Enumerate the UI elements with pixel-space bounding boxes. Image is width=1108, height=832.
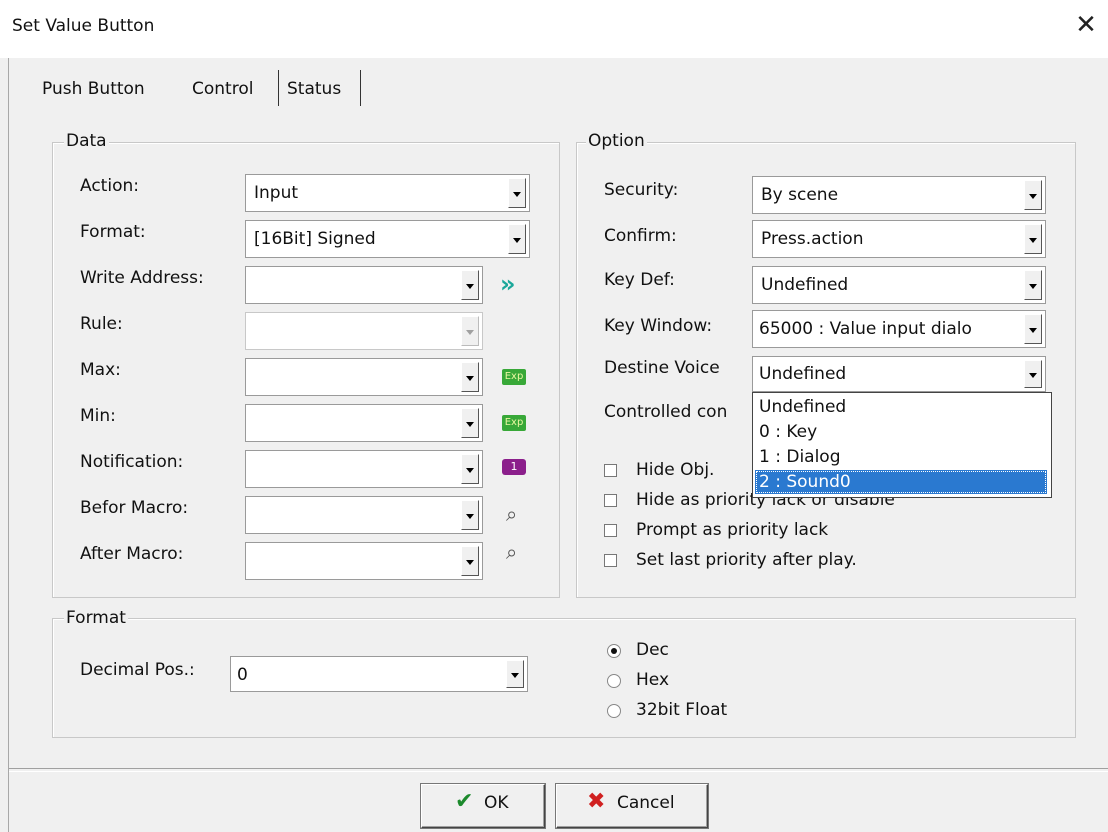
security-select[interactable]: By scene [752, 176, 1046, 214]
footer-separator [9, 768, 1108, 772]
notification-label: Notification: [80, 452, 184, 472]
chevron-down-icon [461, 316, 479, 346]
cancel-label: Cancel [617, 793, 675, 813]
key-window-label: Key Window: [604, 316, 713, 336]
prompt-priority-label: Prompt as priority lack [636, 520, 829, 540]
hex-label: Hex [636, 670, 670, 690]
tab-divider [278, 70, 279, 106]
after-macro-label: After Macro: [80, 544, 184, 564]
destine-voice-dropdown-list: Undefined 0 : Key 1 : Dialog 2 : Sound0 [752, 392, 1052, 498]
macro-edit-icon[interactable]: ⌕ [506, 540, 517, 564]
set-last-priority-checkbox[interactable] [604, 554, 617, 567]
format-group-label: Format [64, 608, 128, 628]
ok-label: OK [484, 793, 509, 813]
security-value: By scene [761, 185, 839, 205]
chevron-down-icon[interactable] [1024, 180, 1042, 210]
chevron-down-icon[interactable] [508, 224, 526, 254]
decimal-pos-value: 0 [237, 665, 248, 685]
key-def-label: Key Def: [604, 270, 675, 290]
float-radio[interactable] [607, 704, 621, 718]
format-group [52, 618, 1076, 738]
format-value: [16Bit] Signed [254, 229, 376, 249]
action-value: Input [254, 183, 299, 203]
key-def-value: Undefined [761, 275, 849, 295]
rule-select [245, 312, 483, 350]
tab-push-button[interactable]: Push Button [42, 74, 145, 108]
destine-voice-select[interactable]: Undefined [752, 356, 1046, 392]
tab-control[interactable]: Control [192, 74, 253, 108]
dec-radio[interactable] [607, 644, 621, 658]
key-def-select[interactable]: Undefined [752, 266, 1046, 304]
controlled-label: Controlled con [604, 402, 728, 422]
key-window-select[interactable]: 65000 : Value input dialo [752, 310, 1046, 348]
data-group-label: Data [64, 131, 109, 151]
format-label: Format: [80, 222, 146, 242]
hide-priority-checkbox[interactable] [604, 494, 617, 507]
destine-voice-label: Destine Voice [604, 358, 720, 378]
min-select[interactable] [245, 404, 483, 442]
prompt-priority-checkbox[interactable] [604, 524, 617, 537]
close-icon[interactable]: ✕ [1072, 8, 1100, 42]
max-expression-icon[interactable]: Exp [502, 369, 526, 385]
set-last-priority-label: Set last priority after play. [636, 550, 857, 570]
address-picker-icon[interactable]: » [500, 270, 515, 298]
hide-obj-label: Hide Obj. [636, 460, 715, 480]
ok-button[interactable]: ✔ OK [421, 784, 545, 828]
hide-obj-checkbox[interactable] [604, 464, 617, 477]
window-title: Set Value Button [12, 16, 155, 36]
chevron-down-icon[interactable] [461, 546, 479, 576]
dropdown-option-undefined[interactable]: Undefined [755, 395, 1047, 419]
write-address-select[interactable] [245, 266, 483, 304]
title-bar [0, 0, 1108, 58]
max-select[interactable] [245, 358, 483, 396]
chevron-down-icon[interactable] [461, 454, 479, 484]
checkmark-icon: ✔ [455, 789, 474, 814]
after-macro-select[interactable] [245, 542, 483, 580]
destine-voice-value: Undefined [759, 364, 847, 384]
min-label: Min: [80, 406, 116, 426]
notification-icon[interactable]: 1 [502, 459, 526, 475]
rule-label: Rule: [80, 314, 123, 334]
chevron-down-icon[interactable] [1024, 270, 1042, 300]
confirm-label: Confirm: [604, 226, 677, 246]
chevron-down-icon[interactable] [461, 408, 479, 438]
tab-status[interactable]: Status [287, 74, 341, 108]
dropdown-option-dialog[interactable]: 1 : Dialog [755, 445, 1047, 469]
write-address-label: Write Address: [80, 268, 204, 288]
decimal-pos-select[interactable]: 0 [230, 656, 528, 692]
cancel-button[interactable]: ✖ Cancel [556, 784, 708, 828]
confirm-value: Press.action [761, 229, 864, 249]
macro-edit-icon[interactable]: ⌕ [506, 502, 517, 526]
chevron-down-icon[interactable] [461, 500, 479, 530]
action-select[interactable]: Input [245, 174, 530, 212]
confirm-select[interactable]: Press.action [752, 220, 1046, 258]
dropdown-option-key[interactable]: 0 : Key [755, 420, 1047, 444]
float-label: 32bit Float [636, 700, 728, 720]
chevron-down-icon[interactable] [508, 178, 526, 208]
chevron-down-icon[interactable] [1024, 224, 1042, 254]
chevron-down-icon[interactable] [1024, 360, 1042, 388]
chevron-down-icon[interactable] [1024, 314, 1042, 344]
before-macro-select[interactable] [245, 496, 483, 534]
decimal-pos-label: Decimal Pos.: [80, 660, 195, 680]
hex-radio[interactable] [607, 674, 621, 688]
option-group-label: Option [586, 131, 647, 151]
notification-select[interactable] [245, 450, 483, 488]
before-macro-label: Befor Macro: [80, 498, 189, 518]
dec-label: Dec [636, 640, 669, 660]
chevron-down-icon[interactable] [461, 270, 479, 300]
tab-divider [360, 70, 361, 106]
format-select[interactable]: [16Bit] Signed [245, 220, 530, 258]
chevron-down-icon[interactable] [461, 362, 479, 392]
min-expression-icon[interactable]: Exp [502, 415, 526, 431]
action-label: Action: [80, 176, 139, 196]
dropdown-option-sound0[interactable]: 2 : Sound0 [755, 470, 1047, 494]
max-label: Max: [80, 360, 121, 380]
security-label: Security: [604, 180, 679, 200]
cancel-x-icon: ✖ [587, 789, 606, 814]
chevron-down-icon[interactable] [506, 660, 524, 688]
key-window-value: 65000 : Value input dialo [759, 319, 972, 339]
